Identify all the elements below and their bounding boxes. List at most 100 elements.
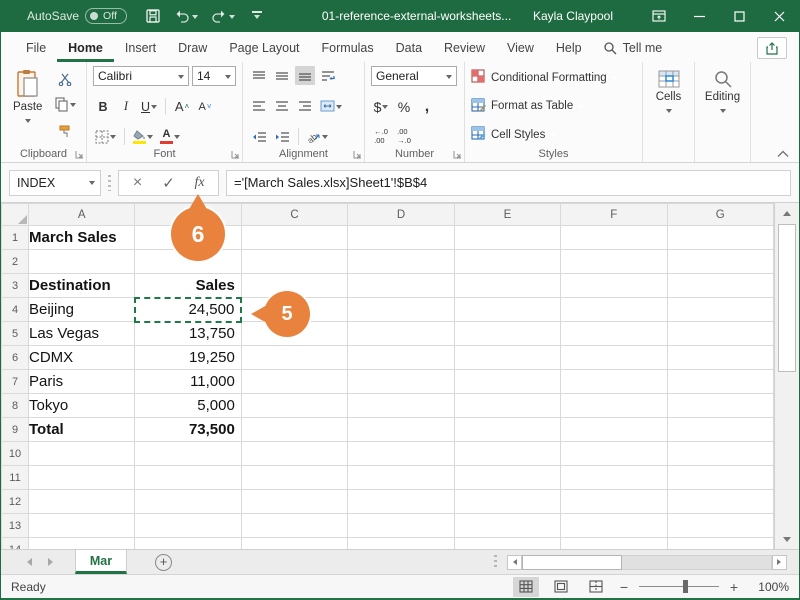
cell-F4[interactable] — [561, 298, 667, 322]
cell-C12[interactable] — [241, 490, 347, 514]
decrease-font-button[interactable]: A˅ — [195, 97, 215, 116]
row-header-11[interactable]: 11 — [2, 466, 29, 490]
cell-B13[interactable] — [135, 514, 241, 538]
number-format-combo[interactable]: General — [371, 66, 457, 86]
row-header-2[interactable]: 2 — [2, 250, 29, 274]
share-button[interactable] — [757, 37, 787, 59]
cell-C11[interactable] — [241, 466, 347, 490]
cell-G3[interactable] — [667, 274, 773, 298]
align-left-button[interactable] — [249, 97, 269, 116]
cell-F11[interactable] — [561, 466, 667, 490]
row-header-1[interactable]: 1 — [2, 226, 29, 250]
font-size-combo[interactable]: 14 — [192, 66, 236, 86]
tab-review[interactable]: Review — [433, 35, 496, 62]
comma-style-button[interactable]: , — [417, 97, 437, 116]
cell-A6[interactable]: CDMX — [29, 346, 135, 370]
cell-G9[interactable] — [667, 418, 773, 442]
scroll-up-button[interactable] — [775, 203, 799, 222]
cells-caret-icon[interactable] — [666, 109, 672, 116]
cell-F12[interactable] — [561, 490, 667, 514]
wrap-text-button[interactable] — [318, 66, 338, 85]
cell-D13[interactable] — [348, 514, 454, 538]
cell-D9[interactable] — [348, 418, 454, 442]
cell-F3[interactable] — [561, 274, 667, 298]
fill-color-caret-icon[interactable] — [147, 135, 153, 142]
cancel-button[interactable]: × — [122, 172, 153, 194]
cell-F5[interactable] — [561, 322, 667, 346]
top-align-button[interactable] — [249, 66, 269, 85]
cell-D1[interactable] — [348, 226, 454, 250]
cell-E2[interactable] — [454, 250, 560, 274]
cell-B5[interactable]: 13,750 — [135, 322, 241, 346]
cell-E14[interactable] — [454, 538, 560, 550]
cell-E12[interactable] — [454, 490, 560, 514]
cell-D4[interactable] — [348, 298, 454, 322]
cell-B8[interactable]: 5,000 — [135, 394, 241, 418]
next-sheet-icon[interactable] — [48, 558, 57, 566]
tab-view[interactable]: View — [496, 35, 545, 62]
zoom-out-button[interactable]: − — [618, 579, 630, 595]
formula-input[interactable]: ='[March Sales.xlsx]Sheet1'!$B$4 — [226, 170, 791, 196]
cell-G1[interactable] — [667, 226, 773, 250]
cell-E4[interactable] — [454, 298, 560, 322]
row-header-8[interactable]: 8 — [2, 394, 29, 418]
cell-C6[interactable] — [241, 346, 347, 370]
cell-B4[interactable]: 24,500 — [135, 298, 241, 322]
formula-bar-grip[interactable] — [108, 175, 111, 191]
cell-F6[interactable] — [561, 346, 667, 370]
cell-E7[interactable] — [454, 370, 560, 394]
cell-F2[interactable] — [561, 250, 667, 274]
decrease-decimal-button[interactable]: .00→.0 — [394, 127, 414, 146]
insert-function-button[interactable]: fx — [184, 172, 215, 194]
cell-E6[interactable] — [454, 346, 560, 370]
alignment-dialog-launcher-icon[interactable] — [353, 150, 362, 159]
row-header-9[interactable]: 9 — [2, 418, 29, 442]
cell-E3[interactable] — [454, 274, 560, 298]
cell-F7[interactable] — [561, 370, 667, 394]
cell-A12[interactable] — [29, 490, 135, 514]
font-family-combo[interactable]: Calibri — [93, 66, 189, 86]
cut-button[interactable] — [52, 69, 78, 88]
cell-D8[interactable] — [348, 394, 454, 418]
collapse-ribbon-icon[interactable] — [777, 150, 789, 158]
middle-align-button[interactable] — [272, 66, 292, 85]
row-header-4[interactable]: 4 — [2, 298, 29, 322]
view-page-break-button[interactable] — [583, 577, 609, 597]
row-header-10[interactable]: 10 — [2, 442, 29, 466]
cell-E5[interactable] — [454, 322, 560, 346]
orientation-caret-icon[interactable] — [322, 135, 328, 142]
cell-G7[interactable] — [667, 370, 773, 394]
italic-button[interactable]: I — [116, 97, 136, 116]
clipboard-dialog-launcher-icon[interactable] — [75, 150, 84, 159]
cell-G4[interactable] — [667, 298, 773, 322]
cell-C2[interactable] — [241, 250, 347, 274]
cell-G2[interactable] — [667, 250, 773, 274]
scroll-left-button[interactable] — [507, 555, 522, 570]
zoom-level[interactable]: 100% — [751, 580, 789, 594]
col-header-F[interactable]: F — [561, 204, 667, 226]
cell-B10[interactable] — [135, 442, 241, 466]
cell-F8[interactable] — [561, 394, 667, 418]
cell-D6[interactable] — [348, 346, 454, 370]
cell-C13[interactable] — [241, 514, 347, 538]
cell-D7[interactable] — [348, 370, 454, 394]
conditional-formatting-button[interactable]: Conditional Formatting — [471, 67, 636, 88]
orientation-button[interactable]: ab — [305, 127, 330, 146]
increase-indent-button[interactable] — [272, 127, 292, 146]
borders-caret-icon[interactable] — [110, 135, 116, 142]
vertical-scrollbar[interactable] — [774, 203, 799, 549]
cell-D3[interactable] — [348, 274, 454, 298]
cell-D11[interactable] — [348, 466, 454, 490]
editing-caret-icon[interactable] — [720, 109, 726, 116]
cell-A8[interactable]: Tokyo — [29, 394, 135, 418]
account-user-name[interactable]: Kayla Claypool — [533, 9, 613, 23]
copy-button[interactable] — [52, 95, 78, 114]
cell-B11[interactable] — [135, 466, 241, 490]
cell-A3[interactable]: Destination — [29, 274, 135, 298]
cell-B6[interactable]: 19,250 — [135, 346, 241, 370]
tab-help[interactable]: Help — [545, 35, 593, 62]
tab-draw[interactable]: Draw — [167, 35, 218, 62]
vertical-scroll-track[interactable] — [775, 372, 799, 530]
cell-G10[interactable] — [667, 442, 773, 466]
align-right-button[interactable] — [295, 97, 315, 116]
